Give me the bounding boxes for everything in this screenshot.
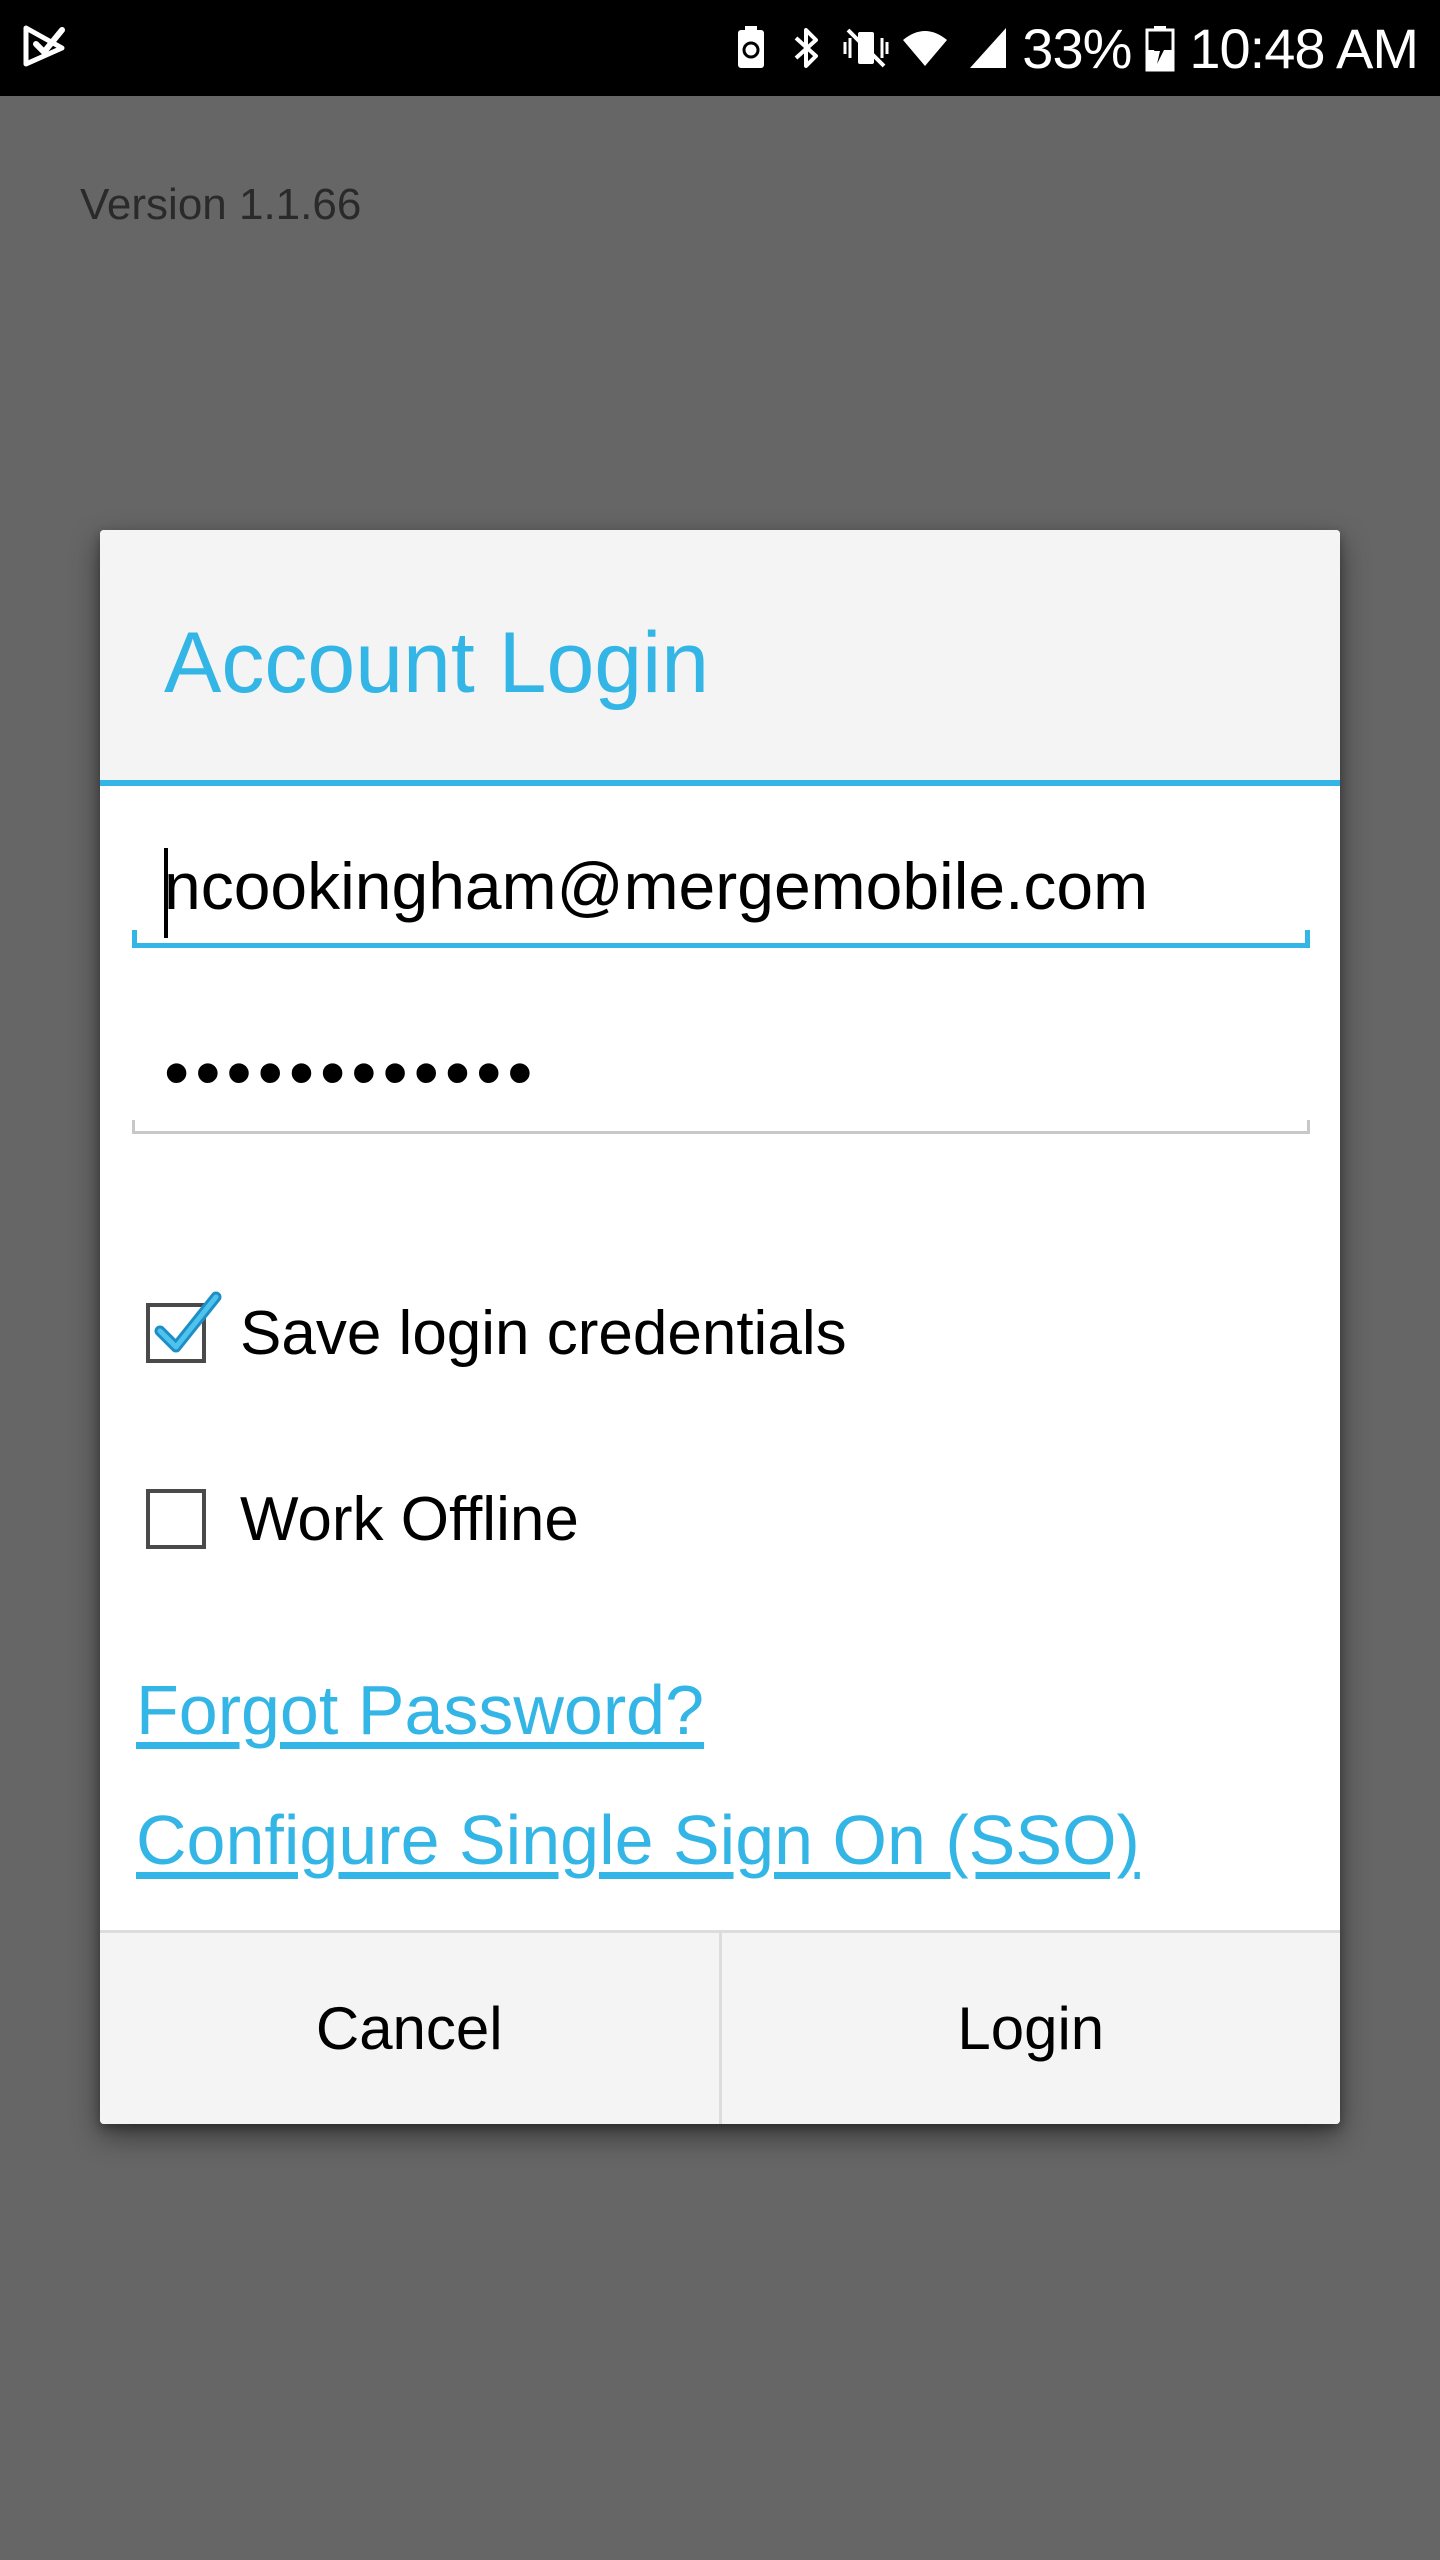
email-field-container	[132, 828, 1310, 948]
battery-charging-icon	[1145, 24, 1175, 72]
battery-saver-icon	[730, 24, 772, 72]
clock: 10:48 AM	[1189, 16, 1419, 80]
work-offline-checkbox[interactable]	[146, 1489, 206, 1549]
status-icons: 33% 10:48 AM	[730, 0, 1419, 96]
status-bar: 33% 10:48 AM	[0, 0, 1440, 96]
dialog-button-bar: Cancel Login	[100, 1930, 1340, 2124]
password-field[interactable]	[132, 1014, 1310, 1134]
bluetooth-icon	[786, 24, 828, 72]
save-credentials-checkbox[interactable]	[146, 1291, 222, 1363]
login-button[interactable]: Login	[722, 1933, 1341, 2124]
vibrate-icon	[842, 24, 889, 72]
wifi-icon	[898, 24, 952, 72]
login-dialog: Account Login Save login credentials Wor…	[100, 530, 1340, 2124]
battery-percent: 33%	[1022, 16, 1132, 80]
configure-sso-link[interactable]: Configure Single Sign On (SSO)	[136, 1800, 1140, 1880]
cancel-button[interactable]: Cancel	[100, 1933, 722, 2124]
cell-signal-icon	[966, 24, 1008, 72]
save-credentials-label: Save login credentials	[240, 1298, 847, 1368]
password-field-container	[132, 1014, 1310, 1134]
save-credentials-row[interactable]: Save login credentials	[146, 1288, 847, 1378]
forgot-password-link[interactable]: Forgot Password?	[136, 1670, 704, 1750]
dialog-title: Account Login	[164, 615, 710, 711]
email-field[interactable]	[132, 828, 1310, 948]
version-label: Version 1.1.66	[80, 180, 362, 229]
dialog-header: Account Login	[100, 530, 1340, 786]
text-caret	[164, 848, 168, 938]
checkmark-icon	[154, 1291, 222, 1353]
work-offline-label: Work Offline	[240, 1484, 579, 1554]
check-app-icon	[22, 22, 70, 70]
work-offline-row[interactable]: Work Offline	[146, 1474, 579, 1564]
